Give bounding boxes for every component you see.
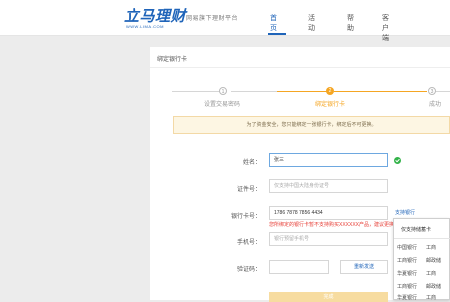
bank-item: 华夏银行 [397, 271, 418, 277]
name-label: 姓名： [242, 160, 261, 166]
phone-field[interactable]: 银行预留手机号 [269, 232, 388, 246]
supported-banks-link[interactable]: 支持银行 [395, 209, 415, 216]
name-field[interactable]: 张三 [269, 153, 388, 167]
phone-label: 手机号： [236, 240, 261, 246]
step-line-active-right [334, 91, 427, 92]
bank-item: 中国银行 [397, 245, 418, 251]
nav-active-indicator [268, 33, 286, 35]
bank-item: 工商银行 [397, 284, 418, 290]
step-1-label: 设置交易密码 [204, 102, 241, 108]
id-label: 证件号： [236, 187, 261, 193]
nav-client[interactable]: 客户端 [382, 13, 389, 43]
site-logo[interactable]: 立马理财 [124, 5, 186, 25]
title-divider [150, 67, 450, 68]
step-2-circle: 2 [326, 87, 334, 95]
nav-help[interactable]: 帮助 [347, 13, 354, 33]
id-number-field[interactable]: 仅支持中国大陆身份证号 [269, 179, 388, 193]
step-line-right [435, 91, 450, 92]
logo-text: 立马理财 [124, 8, 187, 25]
card-number-field[interactable]: 1786 7878 7856 4434 [269, 206, 388, 220]
step-line-left [172, 91, 223, 92]
resend-code-button[interactable]: 重新发送 [340, 260, 388, 274]
submit-button[interactable]: 完成 [269, 292, 388, 302]
card-error-message: 您所绑定的银行卡暂不支持购买XXXXXX产品，建议更换银行卡 [269, 222, 410, 228]
site-slogan: 网易旗下理财平台 [186, 16, 239, 22]
panel-title: 绑定银行卡 [157, 57, 188, 63]
nav-home[interactable]: 首页 [270, 13, 277, 33]
bank-item: 邮政储 [426, 258, 442, 264]
code-label: 验证码： [236, 267, 261, 273]
step-1-circle: 1 [219, 87, 227, 95]
top-header: 立马理财 WWW.LIMA.COM 网易旗下理财平台 首页 活动 帮助 客户端 [0, 0, 450, 42]
dropdown-divider [394, 238, 450, 239]
step-2-label: 绑定银行卡 [315, 102, 346, 108]
step-3-label: 成功 [429, 102, 442, 108]
bank-item: 邮政储 [426, 284, 442, 290]
supported-banks-dropdown: 仅支持储蓄卡 中国银行 工商 工商银行 邮政储 华夏银行 工商 工商银行 邮政储… [393, 218, 450, 301]
card-number-label: 银行卡号： [230, 214, 261, 220]
verification-code-field[interactable] [269, 260, 329, 274]
bank-item: 工商 [426, 271, 437, 277]
step-3-circle: 3 [428, 87, 436, 95]
bank-item: 工商银行 [397, 258, 418, 264]
nav-activity[interactable]: 活动 [308, 13, 315, 33]
dropdown-title: 仅支持储蓄卡 [401, 227, 432, 233]
step-line-active-left [277, 91, 327, 92]
security-notice: 为了资金安全，您只能绑定一张银行卡，绑定后不可更换。 [173, 116, 450, 134]
logo-url: WWW.LIMA.COM [126, 24, 164, 29]
bank-item: 工商 [426, 245, 437, 251]
valid-check-icon [394, 157, 401, 164]
